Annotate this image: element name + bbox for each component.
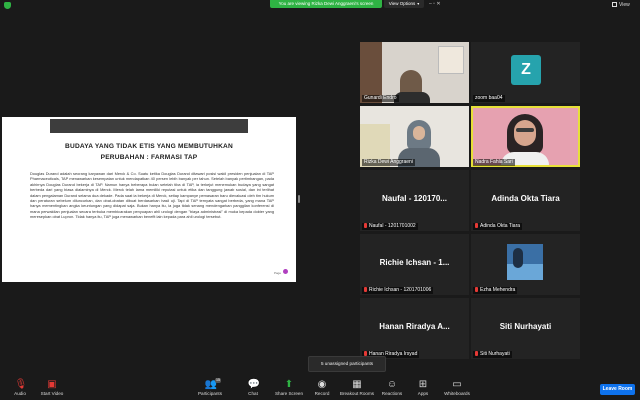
minimize-icon[interactable]: – — [429, 1, 432, 7]
participant-tile[interactable]: Rizka Dewi Anggraeni — [360, 106, 469, 167]
video-feed-shirt — [394, 92, 430, 103]
participant-name: Rizka Dewi Anggraeni — [362, 159, 415, 166]
profile-picture-figure — [513, 248, 523, 268]
record-label: Record — [314, 391, 330, 396]
participant-tile[interactable]: Adinda Okta Tiara Adinda Okta Tiara — [471, 170, 580, 231]
microphone-muted-icon: 🎙 — [14, 379, 28, 390]
chat-icon: 💬 — [247, 379, 260, 390]
breakout-rooms-label: Breakout Rooms — [339, 391, 375, 396]
reactions-icon: ☺ — [386, 379, 398, 390]
slide-body-text: Douglas Durand adalah seorang karyawan d… — [30, 171, 274, 220]
participant-name: zoom baa04 — [473, 95, 505, 102]
participant-tile-speaking[interactable]: Nadra Fahla Sari — [471, 106, 580, 167]
share-screen-icon: ⬆ — [284, 379, 294, 390]
mic-muted-icon — [475, 287, 478, 292]
mic-muted-icon — [364, 223, 367, 228]
participant-tile[interactable]: Gunardi Endro — [360, 42, 469, 103]
start-video-button[interactable]: ▣ Start Video — [32, 379, 72, 397]
participant-display-name: Siti Nurhayati — [499, 322, 552, 331]
view-label: View — [619, 2, 630, 8]
mic-muted-icon — [364, 287, 367, 292]
window-controls[interactable]: – ▫ ✕ — [429, 0, 441, 8]
view-options-label: View Options — [388, 1, 416, 6]
video-feed-frame — [438, 46, 464, 74]
video-feed-door — [360, 42, 382, 103]
participant-display-name: Naufal - 120170... — [382, 194, 447, 203]
participant-display-name: Adinda Okta Tiara — [491, 194, 560, 203]
slide-page-dot-icon — [283, 269, 288, 274]
split-handle[interactable] — [298, 195, 300, 203]
participant-display-name: Richie Ichsan - 1... — [379, 258, 450, 267]
record-icon: ◉ — [317, 379, 327, 390]
participant-name: Gunardi Endro — [362, 95, 399, 102]
participant-name: Richie Ichsan - 1201701006 — [362, 287, 434, 294]
chat-label: Chat — [248, 391, 258, 396]
participant-name-text: Naufal - 1201701002 — [369, 223, 416, 229]
mic-muted-icon — [475, 223, 478, 228]
participants-count-badge: 15 — [215, 378, 221, 383]
participant-name: Ezha Mehendra — [473, 287, 518, 294]
view-button[interactable]: View — [612, 1, 630, 9]
participant-tile[interactable]: Z zoom baa04 — [471, 42, 580, 103]
participant-tile[interactable]: Siti Nurhayati Siti Nurhayati — [471, 298, 580, 359]
participants-icon: 👥 — [204, 379, 217, 390]
participant-name: Siti Nurhayati — [473, 351, 512, 358]
participant-display-name: Hanan Riradya A... — [379, 322, 450, 331]
shield-icon[interactable] — [4, 2, 11, 9]
mic-muted-icon — [475, 351, 478, 356]
whiteboard-icon: ▭ — [452, 379, 462, 390]
whiteboards-label: Whiteboards — [444, 391, 470, 396]
slide-header-bar — [50, 119, 248, 133]
record-button[interactable]: ◉ Record — [302, 379, 342, 397]
shared-screen: BUDAYA YANG TIDAK ETIS YANG MEMBUTUHKAN … — [2, 117, 296, 282]
slide-title: BUDAYA YANG TIDAK ETIS YANG MEMBUTUHKAN … — [22, 141, 276, 163]
participant-name: Naufal - 1201701002 — [362, 223, 418, 230]
participant-tile[interactable]: Hanan Riradya A... Hanan Riradya Irsyad — [360, 298, 469, 359]
breakout-tooltip: 5 unassigned participants — [308, 356, 386, 372]
video-feed-face — [514, 120, 536, 146]
maximize-icon[interactable]: ▫ — [433, 1, 435, 7]
avatar: Z — [511, 55, 541, 85]
participant-name-text: Richie Ichsan - 1201701006 — [369, 287, 432, 293]
viewing-screen-banner: You are viewing Rizka Dewi Anggraeni's s… — [270, 0, 382, 8]
meeting-toolbar: 🎙 Audio ▣ Start Video 👥 15 Participants … — [0, 376, 640, 400]
slide-page-label: Page — [274, 271, 282, 275]
participants-button[interactable]: 👥 15 Participants — [190, 378, 230, 397]
participant-name-text: Siti Nurhayati — [480, 351, 510, 357]
participant-name: Adinda Okta Tiara — [473, 223, 523, 230]
leave-room-button[interactable]: Leave Room — [600, 384, 635, 395]
slide-title-line1: BUDAYA YANG TIDAK ETIS YANG MEMBUTUHKAN — [65, 143, 233, 150]
participant-tile[interactable]: Richie Ichsan - 1... Richie Ichsan - 120… — [360, 234, 469, 295]
close-icon[interactable]: ✕ — [436, 1, 440, 7]
whiteboards-button[interactable]: ▭ Whiteboards — [437, 379, 477, 397]
slide-title-line2: PERUBAHAN : FARMASI TAP — [100, 154, 198, 161]
participant-tile[interactable]: Naufal - 120170... Naufal - 1201701002 — [360, 170, 469, 231]
video-off-icon: ▣ — [47, 379, 57, 390]
grid-icon — [612, 2, 617, 7]
profile-picture-sky — [507, 264, 543, 280]
breakout-rooms-icon: ▦ — [352, 379, 362, 390]
participant-name: Nadra Fahla Sari — [473, 159, 515, 166]
view-options-button[interactable]: View Options ▾ — [384, 0, 424, 8]
chevron-down-icon: ▾ — [417, 1, 420, 6]
video-feed-face — [413, 126, 425, 140]
video-feed-glasses — [516, 128, 534, 132]
start-video-label: Start Video — [40, 391, 64, 396]
chat-button[interactable]: 💬 Chat — [233, 379, 273, 397]
participant-name-text: Ezha Mehendra — [480, 287, 516, 293]
breakout-rooms-button[interactable]: ▦ Breakout Rooms — [337, 379, 377, 397]
participant-tile[interactable]: Ezha Mehendra — [471, 234, 580, 295]
participants-label: Participants — [197, 391, 222, 396]
participant-name-text: Adinda Okta Tiara — [480, 223, 521, 229]
apps-icon: ⊞ — [418, 379, 428, 390]
